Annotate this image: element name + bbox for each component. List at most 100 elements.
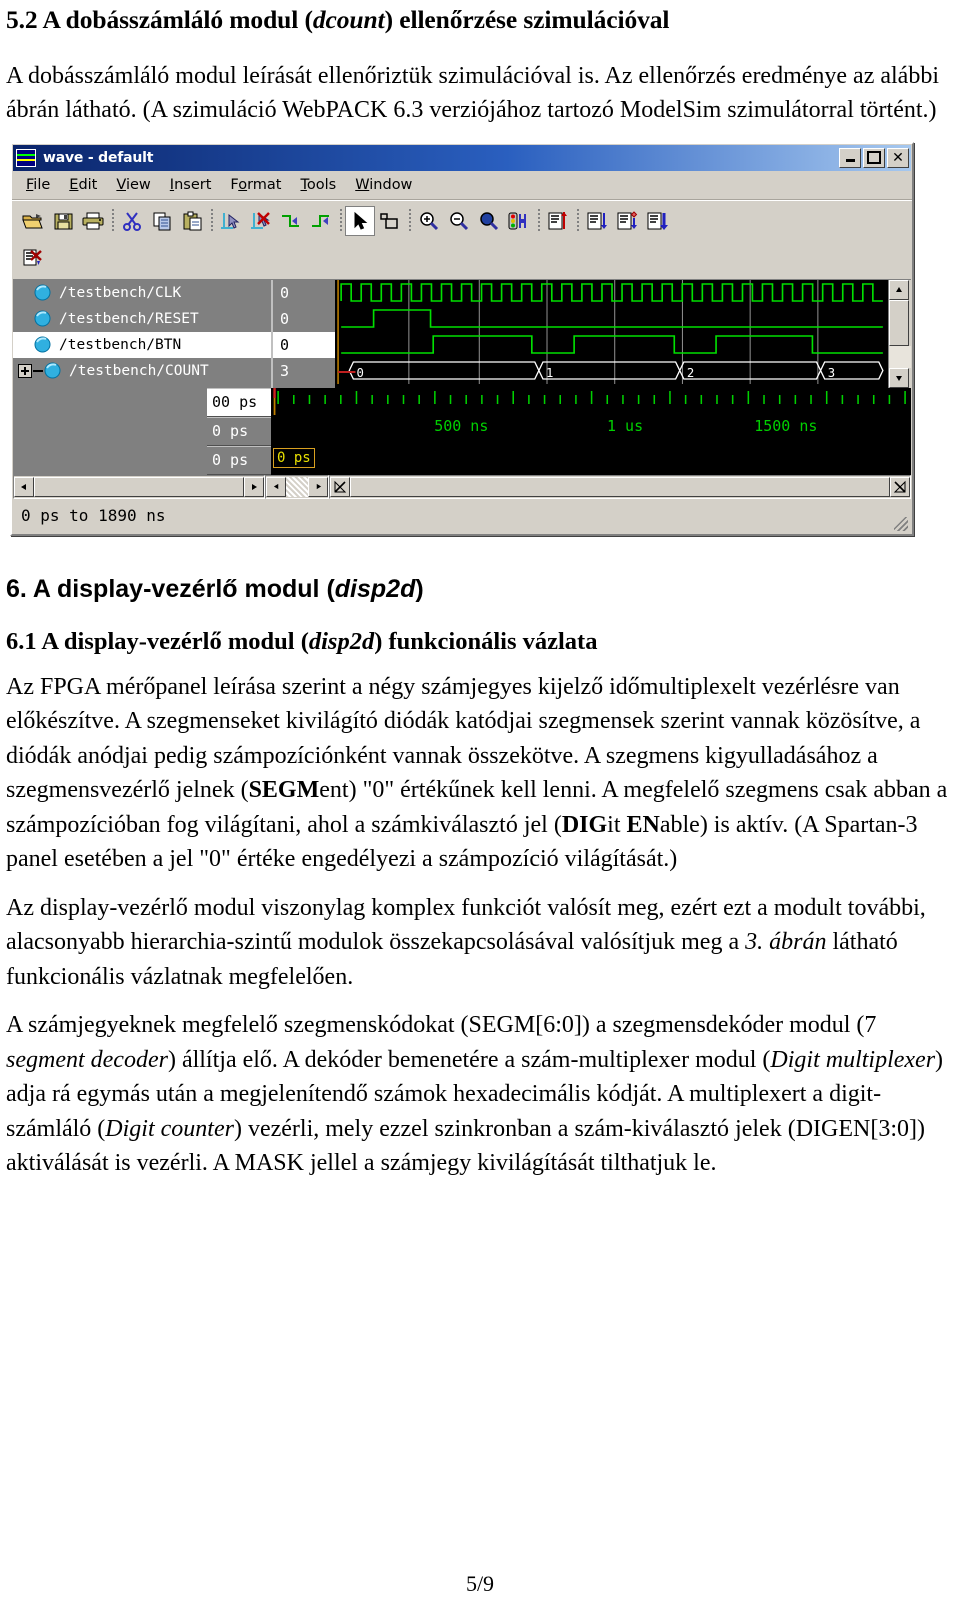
cursor-strip-pane[interactable]: 0 ps bbox=[271, 445, 911, 475]
svg-text:2: 2 bbox=[687, 366, 694, 380]
zoom-full-button[interactable] bbox=[474, 206, 504, 236]
toolbar-row-2 bbox=[12, 239, 912, 279]
close-button[interactable]: ✕ bbox=[887, 147, 909, 168]
cursor-time-box[interactable]: 00 ps bbox=[207, 387, 271, 417]
resize-grip[interactable] bbox=[894, 516, 908, 531]
break-button[interactable] bbox=[18, 243, 48, 273]
signal-value-count: 3 bbox=[280, 361, 290, 380]
cursor-name-box[interactable]: 0 ps bbox=[207, 445, 271, 475]
p4-italic-decoder: segment decoder bbox=[6, 1046, 168, 1073]
cursor-value-boxes: 00 ps 0 ps bbox=[207, 387, 271, 446]
wave-scroll-right-button[interactable] bbox=[890, 476, 910, 497]
p4-part2: ) állítja elő. A dekóder bemenetére a sz… bbox=[167, 1046, 771, 1073]
signal-row-reset[interactable]: /testbench/RESET bbox=[13, 306, 271, 332]
status-bar: 0 ps to 1890 ns bbox=[13, 498, 911, 533]
chevron-right-icon bbox=[252, 483, 257, 490]
select-mode-button[interactable] bbox=[345, 205, 375, 236]
expand-plus-icon[interactable] bbox=[18, 363, 32, 378]
p2-bold-en: EN bbox=[626, 811, 660, 838]
menu-insert[interactable]: Insert bbox=[162, 176, 223, 194]
heading-6-italic: disp2d bbox=[334, 574, 416, 603]
find-previous-transition-button[interactable] bbox=[276, 206, 306, 236]
find-next-transition-icon bbox=[312, 214, 329, 227]
names-scroll-right-button[interactable] bbox=[244, 476, 264, 497]
waveform-canvas[interactable]: 0 1 2 3 bbox=[335, 279, 888, 388]
run-icon bbox=[587, 212, 607, 230]
wave-scroll-left-button[interactable] bbox=[330, 476, 350, 497]
run-button[interactable] bbox=[582, 206, 612, 236]
continue-run-icon bbox=[617, 210, 638, 230]
break-icon bbox=[23, 249, 42, 266]
cursor-delta-box[interactable]: 0 ps bbox=[207, 416, 271, 446]
names-scroll-left-button[interactable] bbox=[14, 476, 34, 497]
print-button[interactable] bbox=[78, 206, 108, 236]
values-scroll-track[interactable] bbox=[286, 476, 308, 497]
chevron-left-icon bbox=[273, 483, 278, 490]
signal-name: /testbench/BTN bbox=[59, 336, 182, 353]
restart-button[interactable] bbox=[543, 206, 573, 236]
scroll-thumb[interactable] bbox=[889, 299, 909, 346]
page-footer: 5/9 bbox=[465, 1571, 495, 1596]
values-hscrollbar[interactable] bbox=[265, 474, 329, 499]
signal-icon bbox=[33, 283, 52, 302]
names-hscrollbar[interactable] bbox=[13, 474, 265, 499]
window-titlebar[interactable]: wave - default ✕ bbox=[13, 144, 911, 171]
names-scroll-track[interactable] bbox=[34, 476, 244, 497]
section-heading-6: 6. A display-vezérlő modul (disp2d) bbox=[0, 574, 960, 604]
paste-button[interactable] bbox=[177, 206, 207, 236]
names-scroll-thumb[interactable] bbox=[34, 476, 244, 497]
zoom-last-button[interactable] bbox=[504, 206, 534, 236]
menu-file[interactable]: File bbox=[18, 176, 61, 194]
menu-window[interactable]: Window bbox=[347, 176, 423, 194]
p2-part3: it bbox=[607, 811, 627, 838]
wave-vertical-scrollbar[interactable] bbox=[888, 279, 911, 388]
menu-edit[interactable]: Edit bbox=[61, 176, 108, 194]
modelsim-figure: wave - default ✕ File Edit View Insert F… bbox=[0, 141, 960, 536]
time-ruler[interactable]: 500 ns 1 us 1500 ns bbox=[271, 387, 911, 446]
run-all-button[interactable] bbox=[642, 206, 672, 236]
delete-cursor-button[interactable] bbox=[246, 206, 276, 236]
cursor-strip[interactable]: 0 ps bbox=[271, 445, 911, 473]
copy-button[interactable] bbox=[147, 206, 177, 236]
wave-scroll-track[interactable] bbox=[350, 476, 890, 497]
continue-run-button[interactable] bbox=[612, 206, 642, 236]
run-all-icon bbox=[647, 212, 668, 230]
find-next-transition-button[interactable] bbox=[306, 206, 336, 236]
paragraph-4: A számjegyeknek megfelelő szegmenskódoka… bbox=[0, 1008, 960, 1181]
add-cursor-button[interactable] bbox=[216, 206, 246, 236]
signal-row-clk[interactable]: /testbench/CLK bbox=[13, 280, 271, 306]
paste-icon bbox=[183, 211, 201, 231]
cursor-flag[interactable]: 0 ps bbox=[273, 447, 315, 468]
menu-view[interactable]: View bbox=[108, 176, 161, 194]
p2-bold-segm: SEGM bbox=[248, 777, 320, 804]
menu-format[interactable]: Format bbox=[222, 176, 292, 194]
save-button[interactable] bbox=[48, 206, 78, 236]
signal-names-pane[interactable]: /testbench/CLK /testbench/RESET /testben… bbox=[13, 279, 271, 388]
values-scroll-right-button[interactable] bbox=[308, 476, 328, 497]
signal-row-btn[interactable]: /testbench/BTN bbox=[13, 331, 271, 358]
signal-name: /testbench/RESET bbox=[59, 310, 199, 327]
signal-row-count[interactable]: /testbench/COUNT bbox=[13, 358, 271, 384]
menu-tools[interactable]: Tools bbox=[293, 176, 348, 194]
wave-hscrollbar[interactable] bbox=[329, 474, 911, 499]
zoom-box-mode-button[interactable] bbox=[375, 206, 405, 236]
heading-5-2-text: 5.2 A dobásszámláló modul ( bbox=[6, 5, 313, 34]
zoom-out-button[interactable] bbox=[444, 206, 474, 236]
signal-icon bbox=[33, 335, 52, 354]
signal-name: /testbench/CLK bbox=[59, 284, 182, 301]
cut-button[interactable] bbox=[117, 206, 147, 236]
zoom-in-button[interactable] bbox=[414, 206, 444, 236]
values-scroll-left-button[interactable] bbox=[266, 476, 286, 497]
signal-icon bbox=[33, 309, 52, 328]
ruler-labels: 500 ns 1 us 1500 ns bbox=[271, 415, 911, 442]
wave-scroll-thumb[interactable] bbox=[350, 476, 890, 497]
minimize-button[interactable] bbox=[839, 147, 861, 168]
open-folder-button[interactable] bbox=[18, 206, 48, 236]
scroll-down-button[interactable] bbox=[889, 367, 909, 388]
scroll-up-button[interactable] bbox=[889, 279, 909, 300]
maximize-button[interactable] bbox=[863, 147, 885, 168]
ruler-label-0: 500 ns bbox=[434, 416, 489, 435]
menubar: File Edit View Insert Format Tools Windo… bbox=[12, 171, 912, 200]
